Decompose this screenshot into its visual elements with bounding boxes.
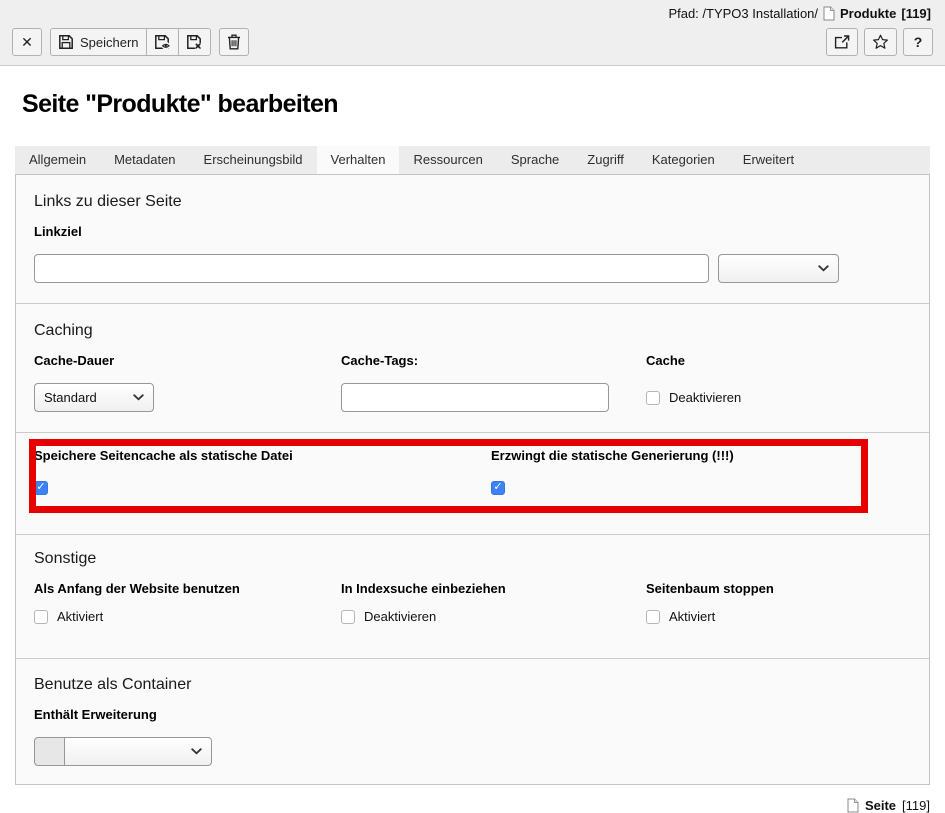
save-button[interactable]: Speichern	[50, 28, 147, 56]
path-label: Pfad: /TYPO3 Installation/	[668, 6, 818, 21]
chevron-down-icon	[191, 748, 202, 755]
save-and-close-button[interactable]	[178, 28, 211, 56]
chevron-down-icon	[133, 394, 144, 401]
indexsuche-checkbox-label[interactable]: Deaktivieren	[364, 609, 436, 624]
force-static-checkbox[interactable]	[491, 481, 505, 495]
save-static-checkbox[interactable]	[34, 481, 48, 495]
section-caching-title: Caching	[34, 322, 911, 340]
open-in-new-window-icon	[834, 35, 850, 49]
cache-deaktivieren-checkbox[interactable]	[646, 391, 660, 405]
enthaelt-erweiterung-select[interactable]	[64, 737, 212, 766]
tab-allgemein[interactable]: Allgemein	[15, 146, 100, 174]
section-links: Links zu dieser Seite Linkziel	[16, 175, 929, 304]
linkziel-select[interactable]	[718, 254, 839, 283]
enthaelt-erweiterung-control	[34, 737, 212, 766]
cache-deaktivieren-row[interactable]: Deaktivieren	[646, 390, 741, 405]
cache-dauer-select[interactable]: Standard	[34, 383, 154, 412]
seitenbaum-row[interactable]: Aktiviert	[646, 609, 911, 624]
close-icon: ✕	[21, 35, 33, 49]
seitenbaum-label: Seitenbaum stoppen	[646, 581, 911, 596]
trash-icon	[227, 34, 241, 50]
cache-deaktivieren-label[interactable]: Deaktivieren	[669, 390, 741, 405]
force-static-label: Erzwingt die statische Generierung (!!!)	[491, 448, 911, 463]
bookmark-button[interactable]	[864, 28, 897, 56]
tab-erscheinungsbild[interactable]: Erscheinungsbild	[190, 146, 317, 174]
chevron-down-icon	[818, 265, 829, 272]
tab-zugriff[interactable]: Zugriff	[573, 146, 638, 174]
record-title: Produkte	[840, 6, 896, 21]
section-links-title: Links zu dieser Seite	[34, 193, 911, 211]
linkziel-label: Linkziel	[34, 224, 911, 239]
cache-label: Cache	[646, 353, 911, 368]
tab-metadaten[interactable]: Metadaten	[100, 146, 189, 174]
cache-tags-input[interactable]	[341, 383, 609, 412]
section-caching: Caching Cache-Dauer Standard Cache-Tags:	[16, 304, 929, 433]
page-icon	[823, 6, 835, 21]
linkziel-input[interactable]	[34, 254, 709, 283]
cache-dauer-label: Cache-Dauer	[34, 353, 341, 368]
cache-tags-label: Cache-Tags:	[341, 353, 646, 368]
section-static-cache: Speichere Seitencache als statische Date…	[16, 433, 929, 535]
doc-header: Pfad: /TYPO3 Installation/ Produkte [119…	[0, 0, 945, 66]
seitenbaum-checkbox[interactable]	[646, 610, 660, 624]
breadcrumb: Pfad: /TYPO3 Installation/ Produkte [119…	[12, 4, 933, 28]
delete-button[interactable]	[219, 28, 249, 56]
close-button[interactable]: ✕	[12, 28, 42, 56]
save-static-label: Speichere Seitencache als statische Date…	[34, 448, 491, 463]
save-button-group: Speichern	[50, 28, 211, 56]
save-button-label: Speichern	[80, 35, 139, 50]
page-title: Seite "Produkte" bearbeiten	[22, 90, 945, 119]
tab-ressourcen[interactable]: Ressourcen	[399, 146, 496, 174]
tab-verhalten[interactable]: Verhalten	[317, 146, 400, 174]
section-sonstige: Sonstige Als Anfang der Website benutzen…	[16, 535, 929, 659]
indexsuche-row[interactable]: Deaktivieren	[341, 609, 646, 624]
website-anfang-checkbox-label[interactable]: Aktiviert	[57, 609, 103, 624]
enthaelt-erweiterung-label: Enthält Erweiterung	[34, 707, 911, 722]
section-container: Benutze als Container Enthält Erweiterun…	[16, 659, 929, 784]
indexsuche-checkbox[interactable]	[341, 610, 355, 624]
page-icon	[847, 798, 859, 813]
save-icon	[58, 34, 74, 50]
website-anfang-row[interactable]: Aktiviert	[34, 609, 341, 624]
website-anfang-checkbox[interactable]	[34, 610, 48, 624]
record-uid: [119]	[901, 6, 931, 21]
footer-record-uid: [119]	[902, 798, 930, 813]
star-icon	[872, 34, 889, 50]
section-container-title: Benutze als Container	[34, 676, 911, 694]
tab-bar: Allgemein Metadaten Erscheinungsbild Ver…	[15, 146, 930, 174]
cache-dauer-select-value: Standard	[44, 390, 97, 405]
tab-kategorien[interactable]: Kategorien	[638, 146, 729, 174]
indexsuche-label: In Indexsuche einbeziehen	[341, 581, 646, 596]
footer-record-type: Seite	[865, 798, 896, 813]
help-icon: ?	[914, 35, 923, 49]
select-icon-placeholder	[34, 737, 65, 766]
section-sonstige-title: Sonstige	[34, 550, 911, 568]
tab-erweitert[interactable]: Erweitert	[729, 146, 808, 174]
help-button[interactable]: ?	[903, 28, 933, 56]
save-close-icon	[186, 34, 203, 50]
save-and-view-button[interactable]	[146, 28, 179, 56]
open-in-new-window-button[interactable]	[826, 28, 858, 56]
tab-content-panel: Links zu dieser Seite Linkziel Caching C…	[15, 174, 930, 785]
tab-sprache[interactable]: Sprache	[497, 146, 573, 174]
record-footer: Seite [119]	[15, 798, 930, 813]
website-anfang-label: Als Anfang der Website benutzen	[34, 581, 341, 596]
save-view-icon	[154, 34, 171, 50]
seitenbaum-checkbox-label[interactable]: Aktiviert	[669, 609, 715, 624]
